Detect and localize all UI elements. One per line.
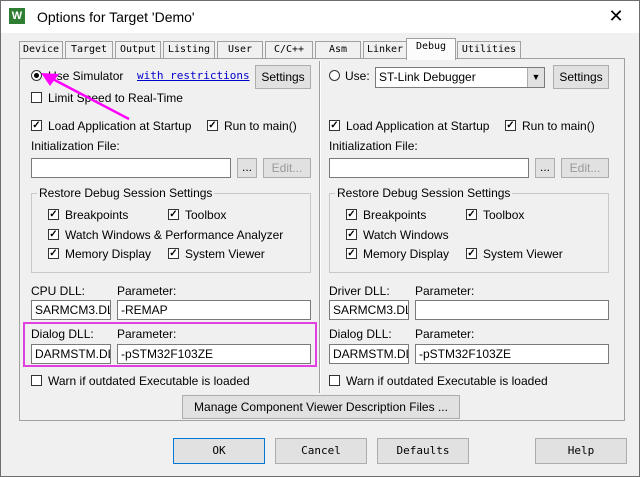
load-app-checkbox-left[interactable]: ✓ [31, 120, 42, 131]
breakpoints-label-right: Breakpoints [363, 208, 427, 222]
cancel-button[interactable]: Cancel [275, 438, 367, 464]
dialog-dll-input-left[interactable]: DARMSTM.DLL [31, 344, 111, 364]
tab-output[interactable]: Output [115, 41, 161, 59]
dialog-param-label-right: Parameter: [415, 327, 475, 341]
driver-dll-input[interactable]: SARMCM3.DLL [329, 300, 409, 320]
driver-param-input[interactable] [415, 300, 609, 320]
warn-checkbox-right[interactable] [329, 375, 340, 386]
toolbox-label-right: Toolbox [483, 208, 525, 222]
dialog-dll-label-right: Dialog DLL: [329, 327, 392, 341]
use-debugger-radio[interactable] [329, 70, 340, 81]
init-file-browse-right[interactable]: ... [535, 158, 555, 178]
tab-linker[interactable]: Linker [363, 41, 407, 59]
annotation-arrow-icon [41, 73, 130, 121]
init-file-label-left: Initialization File: [31, 139, 120, 153]
system-viewer-checkbox-left[interactable]: ✓ [168, 248, 179, 259]
app-icon: W [9, 8, 25, 24]
tab-utilities[interactable]: Utilities [457, 41, 521, 59]
tab-debug[interactable]: Debug [406, 38, 456, 60]
system-viewer-label-right: System Viewer [483, 247, 563, 261]
memory-label-left: Memory Display [65, 247, 152, 261]
init-file-input-right[interactable] [329, 158, 529, 178]
help-button[interactable]: Help [535, 438, 627, 464]
use-label: Use: [345, 69, 370, 83]
memory-label-right: Memory Display [363, 247, 450, 261]
breakpoints-checkbox-right[interactable]: ✓ [346, 209, 357, 220]
ok-button[interactable]: OK [173, 438, 265, 464]
driver-dll-label: Driver DLL: [329, 284, 390, 298]
driver-param-label: Parameter: [415, 284, 475, 298]
watch-checkbox-left[interactable]: ✓ [48, 229, 59, 240]
dialog-dll-label-left: Dialog DLL: [31, 327, 94, 341]
options-dialog: W Options for Target 'Demo' ✕ Device Tar… [0, 0, 640, 477]
tab-user[interactable]: User [217, 41, 263, 59]
memory-checkbox-left[interactable]: ✓ [48, 248, 59, 259]
tab-listing[interactable]: Listing [163, 41, 215, 59]
restore-settings-title-right: Restore Debug Session Settings [335, 186, 513, 200]
dialog-param-input-right[interactable]: -pSTM32F103ZE [415, 344, 609, 364]
load-app-label-left: Load Application at Startup [48, 119, 192, 133]
simulator-settings-button[interactable]: Settings [255, 65, 311, 89]
cpu-param-label: Parameter: [117, 284, 177, 298]
debugger-select-value: ST-Link Debugger [379, 70, 476, 84]
dialog-param-input-left[interactable]: -pSTM32F103ZE [117, 344, 311, 364]
cpu-dll-input[interactable]: SARMCM3.DLL [31, 300, 111, 320]
debugger-select[interactable]: ST-Link Debugger ▼ [375, 67, 545, 88]
toolbox-checkbox-right[interactable]: ✓ [466, 209, 477, 220]
breakpoints-label-left: Breakpoints [65, 208, 129, 222]
init-file-browse-left[interactable]: ... [237, 158, 257, 178]
dialog-param-label-left: Parameter: [117, 327, 177, 341]
warn-label-left: Warn if outdated Executable is loaded [48, 374, 250, 388]
tab-device[interactable]: Device [19, 41, 63, 59]
load-app-checkbox-right[interactable]: ✓ [329, 120, 340, 131]
cpu-dll-label: CPU DLL: [31, 284, 86, 298]
tab-asm[interactable]: Asm [315, 41, 361, 59]
cpu-param-input[interactable]: -REMAP [117, 300, 311, 320]
title-bar: W Options for Target 'Demo' ✕ [1, 1, 639, 33]
debugger-settings-button[interactable]: Settings [553, 65, 609, 89]
breakpoints-checkbox-left[interactable]: ✓ [48, 209, 59, 220]
tab-target[interactable]: Target [65, 41, 113, 59]
defaults-button[interactable]: Defaults [377, 438, 469, 464]
column-divider [319, 61, 321, 393]
init-file-label-right: Initialization File: [329, 139, 418, 153]
run-to-main-label-right: Run to main() [522, 119, 595, 133]
toolbox-label-left: Toolbox [185, 208, 227, 222]
watch-checkbox-right[interactable]: ✓ [346, 229, 357, 240]
init-file-input-left[interactable] [31, 158, 231, 178]
memory-checkbox-right[interactable]: ✓ [346, 248, 357, 259]
watch-label-right: Watch Windows [363, 228, 449, 242]
window-title: Options for Target 'Demo' [37, 9, 195, 25]
init-file-edit-right[interactable]: Edit... [561, 158, 609, 178]
toolbox-checkbox-left[interactable]: ✓ [168, 209, 179, 220]
run-to-main-checkbox-left[interactable]: ✓ [207, 120, 218, 131]
run-to-main-label-left: Run to main() [224, 119, 297, 133]
tab-cc[interactable]: C/C++ [265, 41, 313, 59]
warn-label-right: Warn if outdated Executable is loaded [346, 374, 548, 388]
load-app-label-right: Load Application at Startup [346, 119, 490, 133]
run-to-main-checkbox-right[interactable]: ✓ [505, 120, 516, 131]
restore-settings-title-left: Restore Debug Session Settings [37, 186, 215, 200]
manage-component-viewer-button[interactable]: Manage Component Viewer Description File… [182, 395, 460, 419]
chevron-down-icon[interactable]: ▼ [527, 68, 544, 87]
system-viewer-label-left: System Viewer [185, 247, 265, 261]
with-restrictions-link[interactable]: with restrictions [137, 69, 250, 82]
watch-label-left: Watch Windows & Performance Analyzer [65, 228, 284, 242]
warn-checkbox-left[interactable] [31, 375, 42, 386]
dialog-dll-input-right[interactable]: DARMSTM.DLL [329, 344, 409, 364]
init-file-edit-left[interactable]: Edit... [263, 158, 311, 178]
close-icon[interactable]: ✕ [601, 3, 631, 29]
system-viewer-checkbox-right[interactable]: ✓ [466, 248, 477, 259]
